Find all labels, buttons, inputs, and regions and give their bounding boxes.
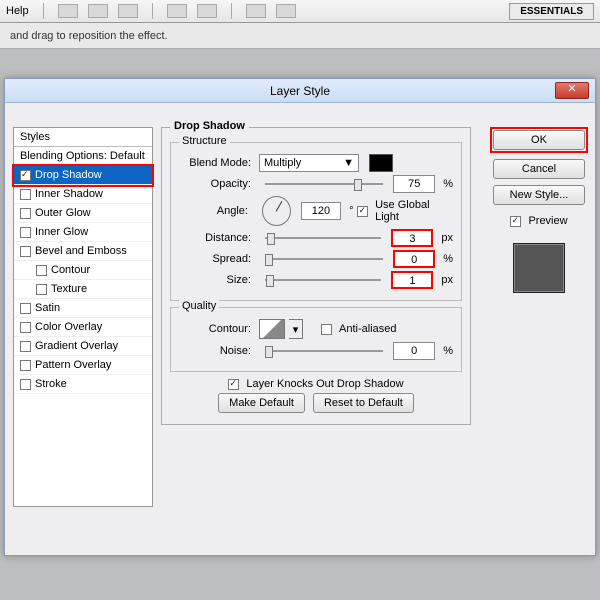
layer-knocks-out-label: Layer Knocks Out Drop Shadow bbox=[246, 378, 403, 390]
checkbox-icon[interactable] bbox=[36, 265, 47, 276]
checkbox-icon[interactable] bbox=[20, 303, 31, 314]
anti-aliased-checkbox[interactable] bbox=[321, 324, 332, 335]
spread-field[interactable]: 0 bbox=[393, 250, 435, 268]
angle-label: Angle: bbox=[179, 205, 248, 217]
workspace-essentials-button[interactable]: ESSENTIALS bbox=[509, 3, 594, 20]
style-row-drop-shadow[interactable]: Drop Shadow bbox=[14, 166, 152, 185]
dialog-right-buttons: OK Cancel New Style... Preview bbox=[491, 127, 587, 293]
style-row-texture[interactable]: Texture bbox=[14, 280, 152, 299]
checkbox-icon[interactable] bbox=[20, 208, 31, 219]
reset-default-button[interactable]: Reset to Default bbox=[313, 393, 414, 413]
app-menubar: Help ESSENTIALS bbox=[0, 0, 600, 23]
checkbox-icon[interactable] bbox=[36, 284, 47, 295]
toolbar-icon[interactable] bbox=[197, 4, 217, 18]
style-row-satin[interactable]: Satin bbox=[14, 299, 152, 318]
new-style-button[interactable]: New Style... bbox=[493, 185, 585, 205]
anti-aliased-label: Anti-aliased bbox=[339, 323, 396, 335]
ok-button[interactable]: OK bbox=[493, 130, 585, 150]
style-row-gradient-overlay[interactable]: Gradient Overlay bbox=[14, 337, 152, 356]
cancel-button[interactable]: Cancel bbox=[493, 159, 585, 179]
close-button[interactable]: ✕ bbox=[555, 82, 589, 99]
use-global-light-label: Use Global Light bbox=[375, 199, 453, 223]
style-row-contour[interactable]: Contour bbox=[14, 261, 152, 280]
spread-slider[interactable] bbox=[265, 252, 383, 266]
style-row-stroke[interactable]: Stroke bbox=[14, 375, 152, 394]
blend-mode-label: Blend Mode: bbox=[179, 157, 251, 169]
distance-slider[interactable] bbox=[265, 231, 381, 245]
subgroup-label: Structure bbox=[179, 135, 230, 147]
checkbox-icon[interactable] bbox=[20, 246, 31, 257]
style-row-color-overlay[interactable]: Color Overlay bbox=[14, 318, 152, 337]
subgroup-label: Quality bbox=[179, 300, 219, 312]
style-row-inner-shadow[interactable]: Inner Shadow bbox=[14, 185, 152, 204]
toolbar-icon[interactable] bbox=[58, 4, 78, 18]
contour-label: Contour: bbox=[179, 323, 251, 335]
checkbox-icon[interactable] bbox=[20, 341, 31, 352]
toolbar-icon[interactable] bbox=[167, 4, 187, 18]
opacity-label: Opacity: bbox=[179, 178, 251, 190]
checkbox-icon[interactable] bbox=[20, 227, 31, 238]
style-row-outer-glow[interactable]: Outer Glow bbox=[14, 204, 152, 223]
quality-group: Quality Contour: ▾ Anti-aliased Noise: 0… bbox=[170, 307, 462, 372]
group-label: Drop Shadow bbox=[170, 120, 249, 132]
chevron-down-icon: ▼ bbox=[343, 157, 354, 169]
angle-dial[interactable] bbox=[262, 196, 291, 226]
toolbar-separator bbox=[43, 3, 44, 19]
dialog-title: Layer Style bbox=[5, 84, 595, 98]
distance-label: Distance: bbox=[179, 232, 251, 244]
close-icon: ✕ bbox=[567, 83, 576, 95]
opacity-field[interactable]: 75 bbox=[393, 175, 435, 193]
preview-checkbox[interactable] bbox=[510, 216, 521, 227]
checkbox-icon[interactable] bbox=[20, 379, 31, 390]
contour-picker[interactable] bbox=[259, 319, 285, 339]
blend-mode-select[interactable]: Multiply ▼ bbox=[259, 154, 359, 172]
distance-field[interactable]: 3 bbox=[391, 229, 433, 247]
make-default-button[interactable]: Make Default bbox=[218, 393, 305, 413]
structure-group: Structure Blend Mode: Multiply ▼ Opacity… bbox=[170, 142, 462, 301]
styles-header[interactable]: Styles bbox=[14, 128, 152, 147]
layer-knocks-out-checkbox[interactable] bbox=[228, 379, 239, 390]
toolbar-icon[interactable] bbox=[276, 4, 296, 18]
toolbar-icon[interactable] bbox=[88, 4, 108, 18]
opacity-slider[interactable] bbox=[265, 177, 383, 191]
menu-help[interactable]: Help bbox=[6, 5, 29, 17]
toolbar-icon[interactable] bbox=[118, 4, 138, 18]
toolbar-separator bbox=[152, 3, 153, 19]
settings-panel: Drop Shadow Structure Blend Mode: Multip… bbox=[161, 127, 471, 431]
checkbox-icon[interactable] bbox=[20, 170, 31, 181]
shadow-color-swatch[interactable] bbox=[369, 154, 393, 172]
dialog-titlebar[interactable]: Layer Style ✕ bbox=[5, 79, 595, 103]
style-row-pattern-overlay[interactable]: Pattern Overlay bbox=[14, 356, 152, 375]
style-row-inner-glow[interactable]: Inner Glow bbox=[14, 223, 152, 242]
toolbar-separator bbox=[231, 3, 232, 19]
drop-shadow-group: Drop Shadow Structure Blend Mode: Multip… bbox=[161, 127, 471, 425]
checkbox-icon[interactable] bbox=[20, 189, 31, 200]
noise-field[interactable]: 0 bbox=[393, 342, 435, 360]
noise-label: Noise: bbox=[179, 345, 251, 357]
preview-label: Preview bbox=[528, 215, 567, 227]
size-field[interactable]: 1 bbox=[391, 271, 433, 289]
chevron-down-icon: ▾ bbox=[293, 323, 299, 336]
checkbox-icon[interactable] bbox=[20, 360, 31, 371]
size-slider[interactable] bbox=[265, 273, 381, 287]
style-row-bevel-emboss[interactable]: Bevel and Emboss bbox=[14, 242, 152, 261]
checkbox-icon[interactable] bbox=[20, 322, 31, 333]
styles-list: Styles Blending Options: Default Drop Sh… bbox=[13, 127, 153, 507]
size-label: Size: bbox=[179, 274, 251, 286]
toolbar-icon[interactable] bbox=[246, 4, 266, 18]
noise-slider[interactable] bbox=[265, 344, 383, 358]
optionsbar-hint: and drag to reposition the effect. bbox=[10, 30, 168, 42]
layer-style-dialog: Layer Style ✕ Styles Blending Options: D… bbox=[4, 78, 596, 556]
angle-field[interactable]: 120 bbox=[301, 202, 341, 220]
contour-picker-arrow[interactable]: ▾ bbox=[289, 319, 303, 339]
options-bar: and drag to reposition the effect. bbox=[0, 23, 600, 49]
preview-swatch bbox=[513, 243, 565, 293]
spread-label: Spread: bbox=[179, 253, 251, 265]
use-global-light-checkbox[interactable] bbox=[357, 206, 368, 217]
